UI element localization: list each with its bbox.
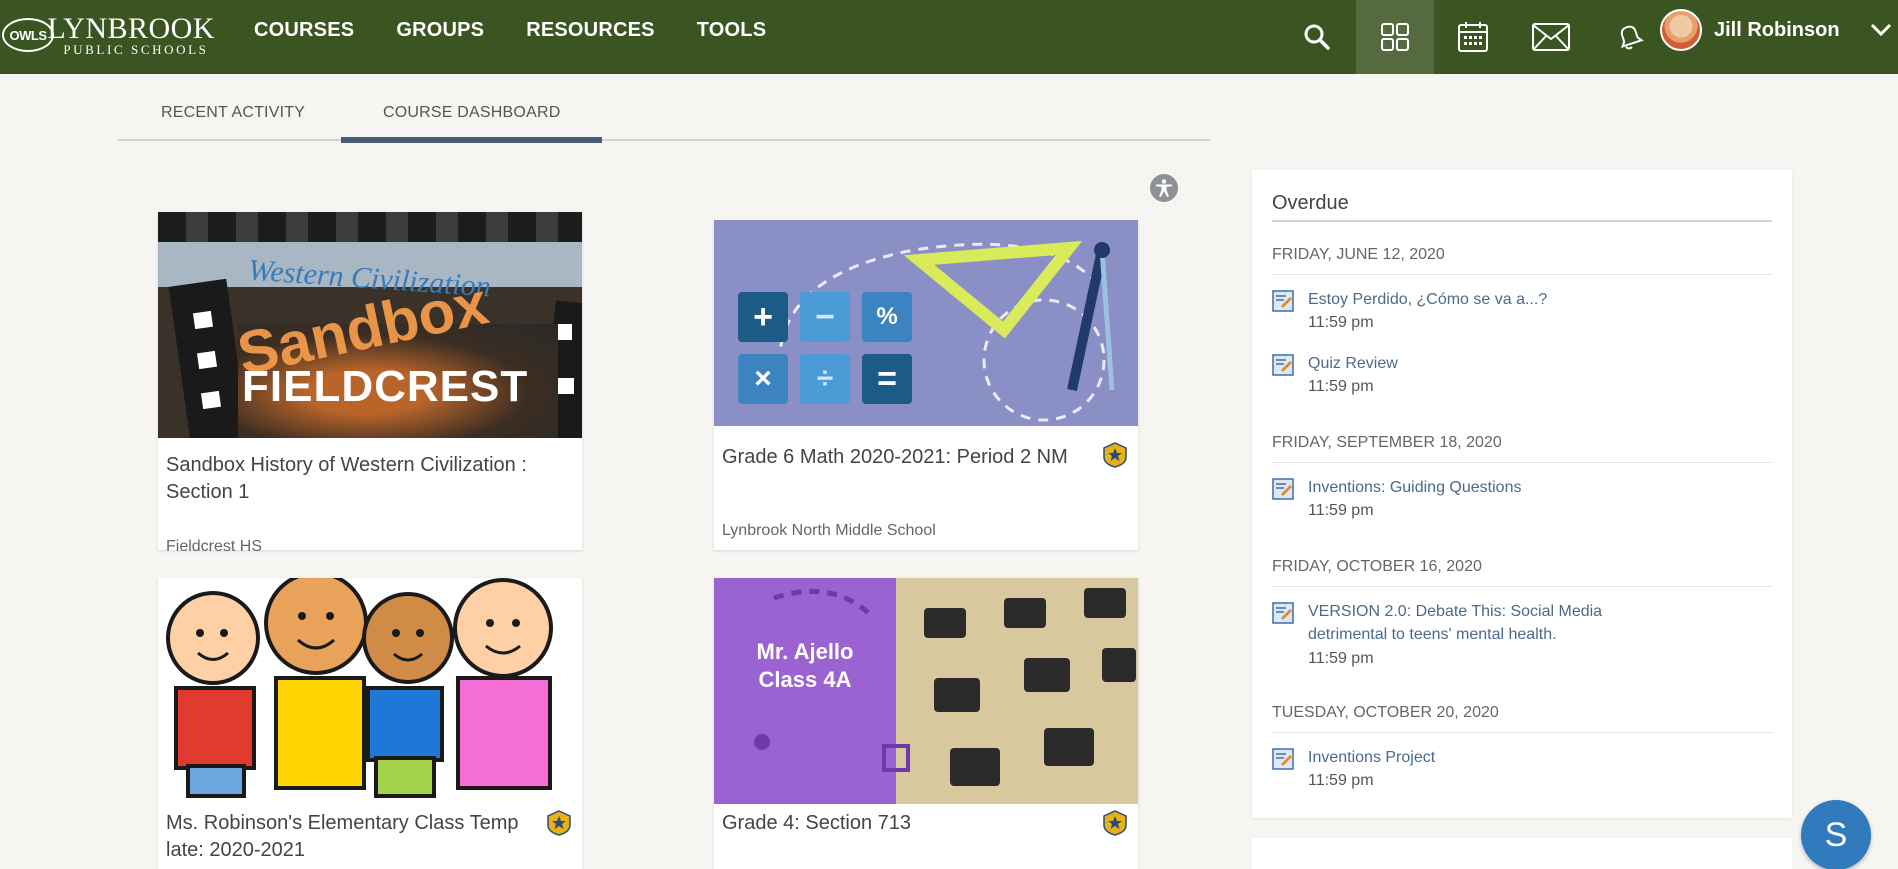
course-school: Lynbrook North Middle School	[722, 522, 936, 539]
chevron-down-icon	[1870, 23, 1891, 37]
course-thumbnail	[158, 578, 582, 804]
nav-groups[interactable]: GROUPS	[396, 19, 484, 42]
owl-badge-icon: OWLS	[0, 14, 54, 58]
course-card[interactable]: Western Civilization Sandbox FIELDCREST …	[158, 212, 582, 555]
search-icon[interactable]	[1278, 0, 1356, 74]
assignment-icon	[1272, 354, 1294, 376]
grid-icon[interactable]	[1356, 0, 1434, 74]
brand-subtitle: PUBLIC SCHOOLS	[63, 42, 209, 57]
minus-icon: −	[800, 292, 850, 342]
course-thumbnail: + − % × ÷ =	[714, 220, 1138, 426]
nav-icon-group	[1278, 0, 1668, 74]
overdue-panel: Overdue FRIDAY, JUNE 12, 2020 Estoy Perd…	[1252, 170, 1792, 818]
avatar	[1660, 9, 1702, 51]
overdue-item-link[interactable]: VERSION 2.0: Debate This: Social Media d…	[1308, 600, 1648, 646]
divider	[1272, 220, 1772, 222]
nav-resources[interactable]: RESOURCES	[526, 19, 655, 42]
user-menu[interactable]: Jill Robinson	[1660, 0, 1892, 60]
course-title[interactable]: Ms. Robinson's Elementary Class Temp lat…	[166, 810, 536, 864]
due-date-header: FRIDAY, OCTOBER 16, 2020	[1272, 558, 1772, 587]
overdue-item-link[interactable]: Inventions: Guiding Questions	[1308, 476, 1728, 499]
assignment-icon	[1272, 290, 1294, 312]
due-time: 11:59 pm	[1308, 650, 1374, 667]
top-navigation-bar: OWLS LYNBROOK PUBLIC SCHOOLS COURSES GRO…	[0, 0, 1898, 74]
due-time: 11:59 pm	[1308, 502, 1374, 519]
due-date-header: FRIDAY, JUNE 12, 2020	[1272, 246, 1772, 275]
star-badge-icon[interactable]	[1102, 810, 1128, 836]
nav-courses[interactable]: COURSES	[254, 19, 354, 42]
brand-name: LYNBROOK	[47, 12, 215, 45]
main-nav: COURSES GROUPS RESOURCES TOOLS	[254, 0, 766, 60]
course-title[interactable]: Grade 4: Section 713	[722, 810, 1092, 837]
bell-icon[interactable]	[1590, 0, 1668, 74]
school-logo[interactable]: OWLS LYNBROOK PUBLIC SCHOOLS	[0, 10, 215, 62]
tab-recent-activity[interactable]: RECENT ACTIVITY	[161, 104, 305, 122]
divide-icon: ÷	[800, 354, 850, 404]
thumb-class: Class 4A	[758, 667, 852, 692]
accessibility-icon[interactable]	[1150, 174, 1178, 202]
course-card[interactable]: + − % × ÷ = Grade 6 Math 2020-2021: Peri…	[714, 220, 1138, 550]
help-chat-button[interactable]: S	[1801, 800, 1871, 869]
mail-icon[interactable]	[1512, 0, 1590, 74]
due-time: 11:59 pm	[1308, 378, 1374, 395]
course-card[interactable]: Ms. Robinson's Elementary Class Temp lat…	[158, 578, 582, 869]
course-title[interactable]: Grade 6 Math 2020-2021: Period 2 NM	[722, 444, 1092, 471]
thumb-teacher: Mr. Ajello	[756, 639, 854, 664]
course-thumbnail: Western Civilization Sandbox FIELDCREST	[158, 212, 582, 438]
course-title[interactable]: Sandbox History of Western Civilization …	[166, 452, 536, 506]
overdue-item-link[interactable]: Inventions Project	[1308, 746, 1728, 769]
plus-icon: +	[738, 292, 788, 342]
assignment-icon	[1272, 602, 1294, 624]
user-name: Jill Robinson	[1714, 18, 1840, 41]
due-time: 11:59 pm	[1308, 314, 1374, 331]
next-panel	[1252, 838, 1792, 869]
overdue-item-link[interactable]: Quiz Review	[1308, 352, 1728, 375]
percent-icon: %	[862, 292, 912, 342]
due-date-header: TUESDAY, OCTOBER 20, 2020	[1272, 704, 1772, 733]
star-badge-icon[interactable]	[546, 810, 572, 836]
assignment-icon	[1272, 748, 1294, 770]
course-school: Fieldcrest HS	[166, 538, 263, 555]
dashboard-tabs: RECENT ACTIVITY COURSE DASHBOARD	[118, 96, 1210, 143]
star-badge-icon[interactable]	[1102, 442, 1128, 468]
thumb-school: FIELDCREST	[242, 362, 529, 411]
overdue-item-link[interactable]: Estoy Perdido, ¿Cómo se va a...?	[1308, 288, 1728, 311]
multiply-icon: ×	[738, 354, 788, 404]
nav-tools[interactable]: TOOLS	[697, 19, 767, 42]
assignment-icon	[1272, 478, 1294, 500]
course-thumbnail: Mr. Ajello Class 4A	[714, 578, 1138, 804]
due-time: 11:59 pm	[1308, 772, 1374, 789]
course-card[interactable]: Mr. Ajello Class 4A Grade 4: Section 713	[714, 578, 1138, 869]
equals-icon: =	[862, 354, 912, 404]
tab-course-dashboard[interactable]: COURSE DASHBOARD	[340, 104, 604, 143]
calendar-icon[interactable]	[1434, 0, 1512, 74]
due-date-header: FRIDAY, SEPTEMBER 18, 2020	[1272, 434, 1772, 463]
overdue-title: Overdue	[1272, 192, 1349, 214]
